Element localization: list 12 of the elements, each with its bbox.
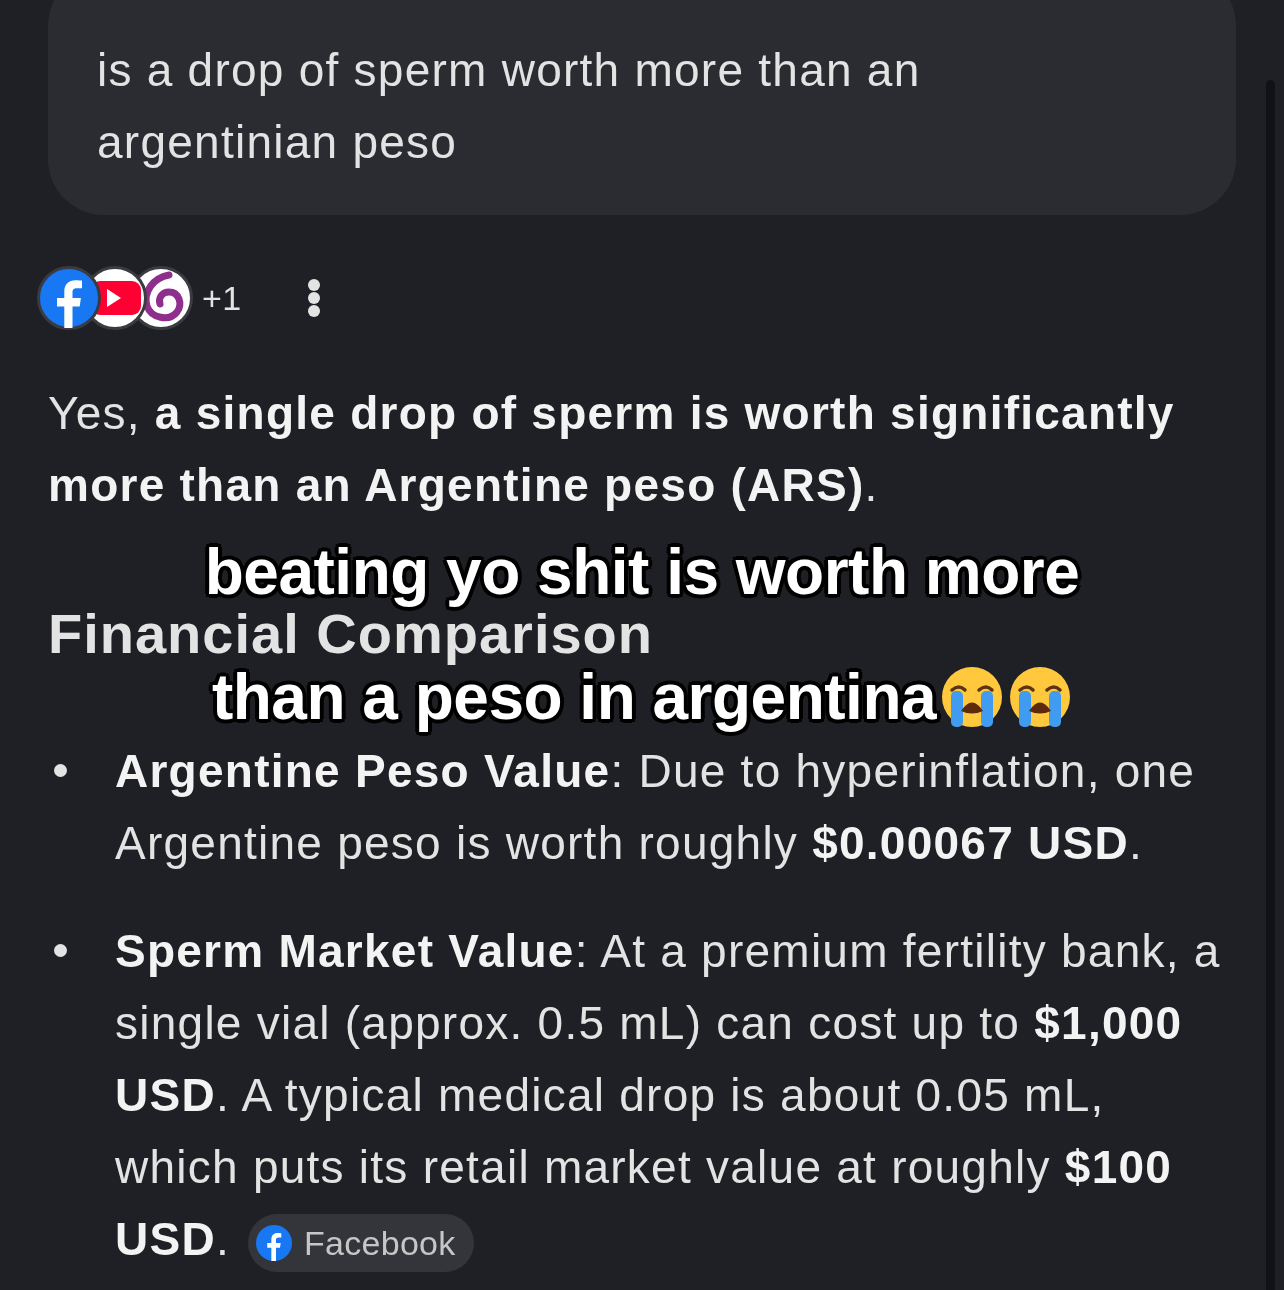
bullet-icon <box>54 764 67 777</box>
bullet-icon <box>54 944 67 957</box>
crying-face-icon <box>940 665 1005 729</box>
bullet-text: Argentine Peso Value: Due to hyperinflation, one Argentine peso is worth roughly $0.00067 USD. <box>115 745 1196 869</box>
answer-summary: Yes, a single drop of sperm is worth significantly more than an Argentine peso (ARS). <box>48 386 1176 513</box>
crying-face-icon <box>1008 665 1073 729</box>
query-text: is a drop of sperm worth more than an argentinian peso <box>97 43 922 170</box>
source-chip[interactable]: Facebook <box>247 1213 474 1272</box>
source-count: +1 <box>202 278 242 318</box>
facebook-icon <box>255 1224 292 1261</box>
more-options-icon[interactable] <box>307 279 320 317</box>
facebook-icon <box>37 266 101 330</box>
